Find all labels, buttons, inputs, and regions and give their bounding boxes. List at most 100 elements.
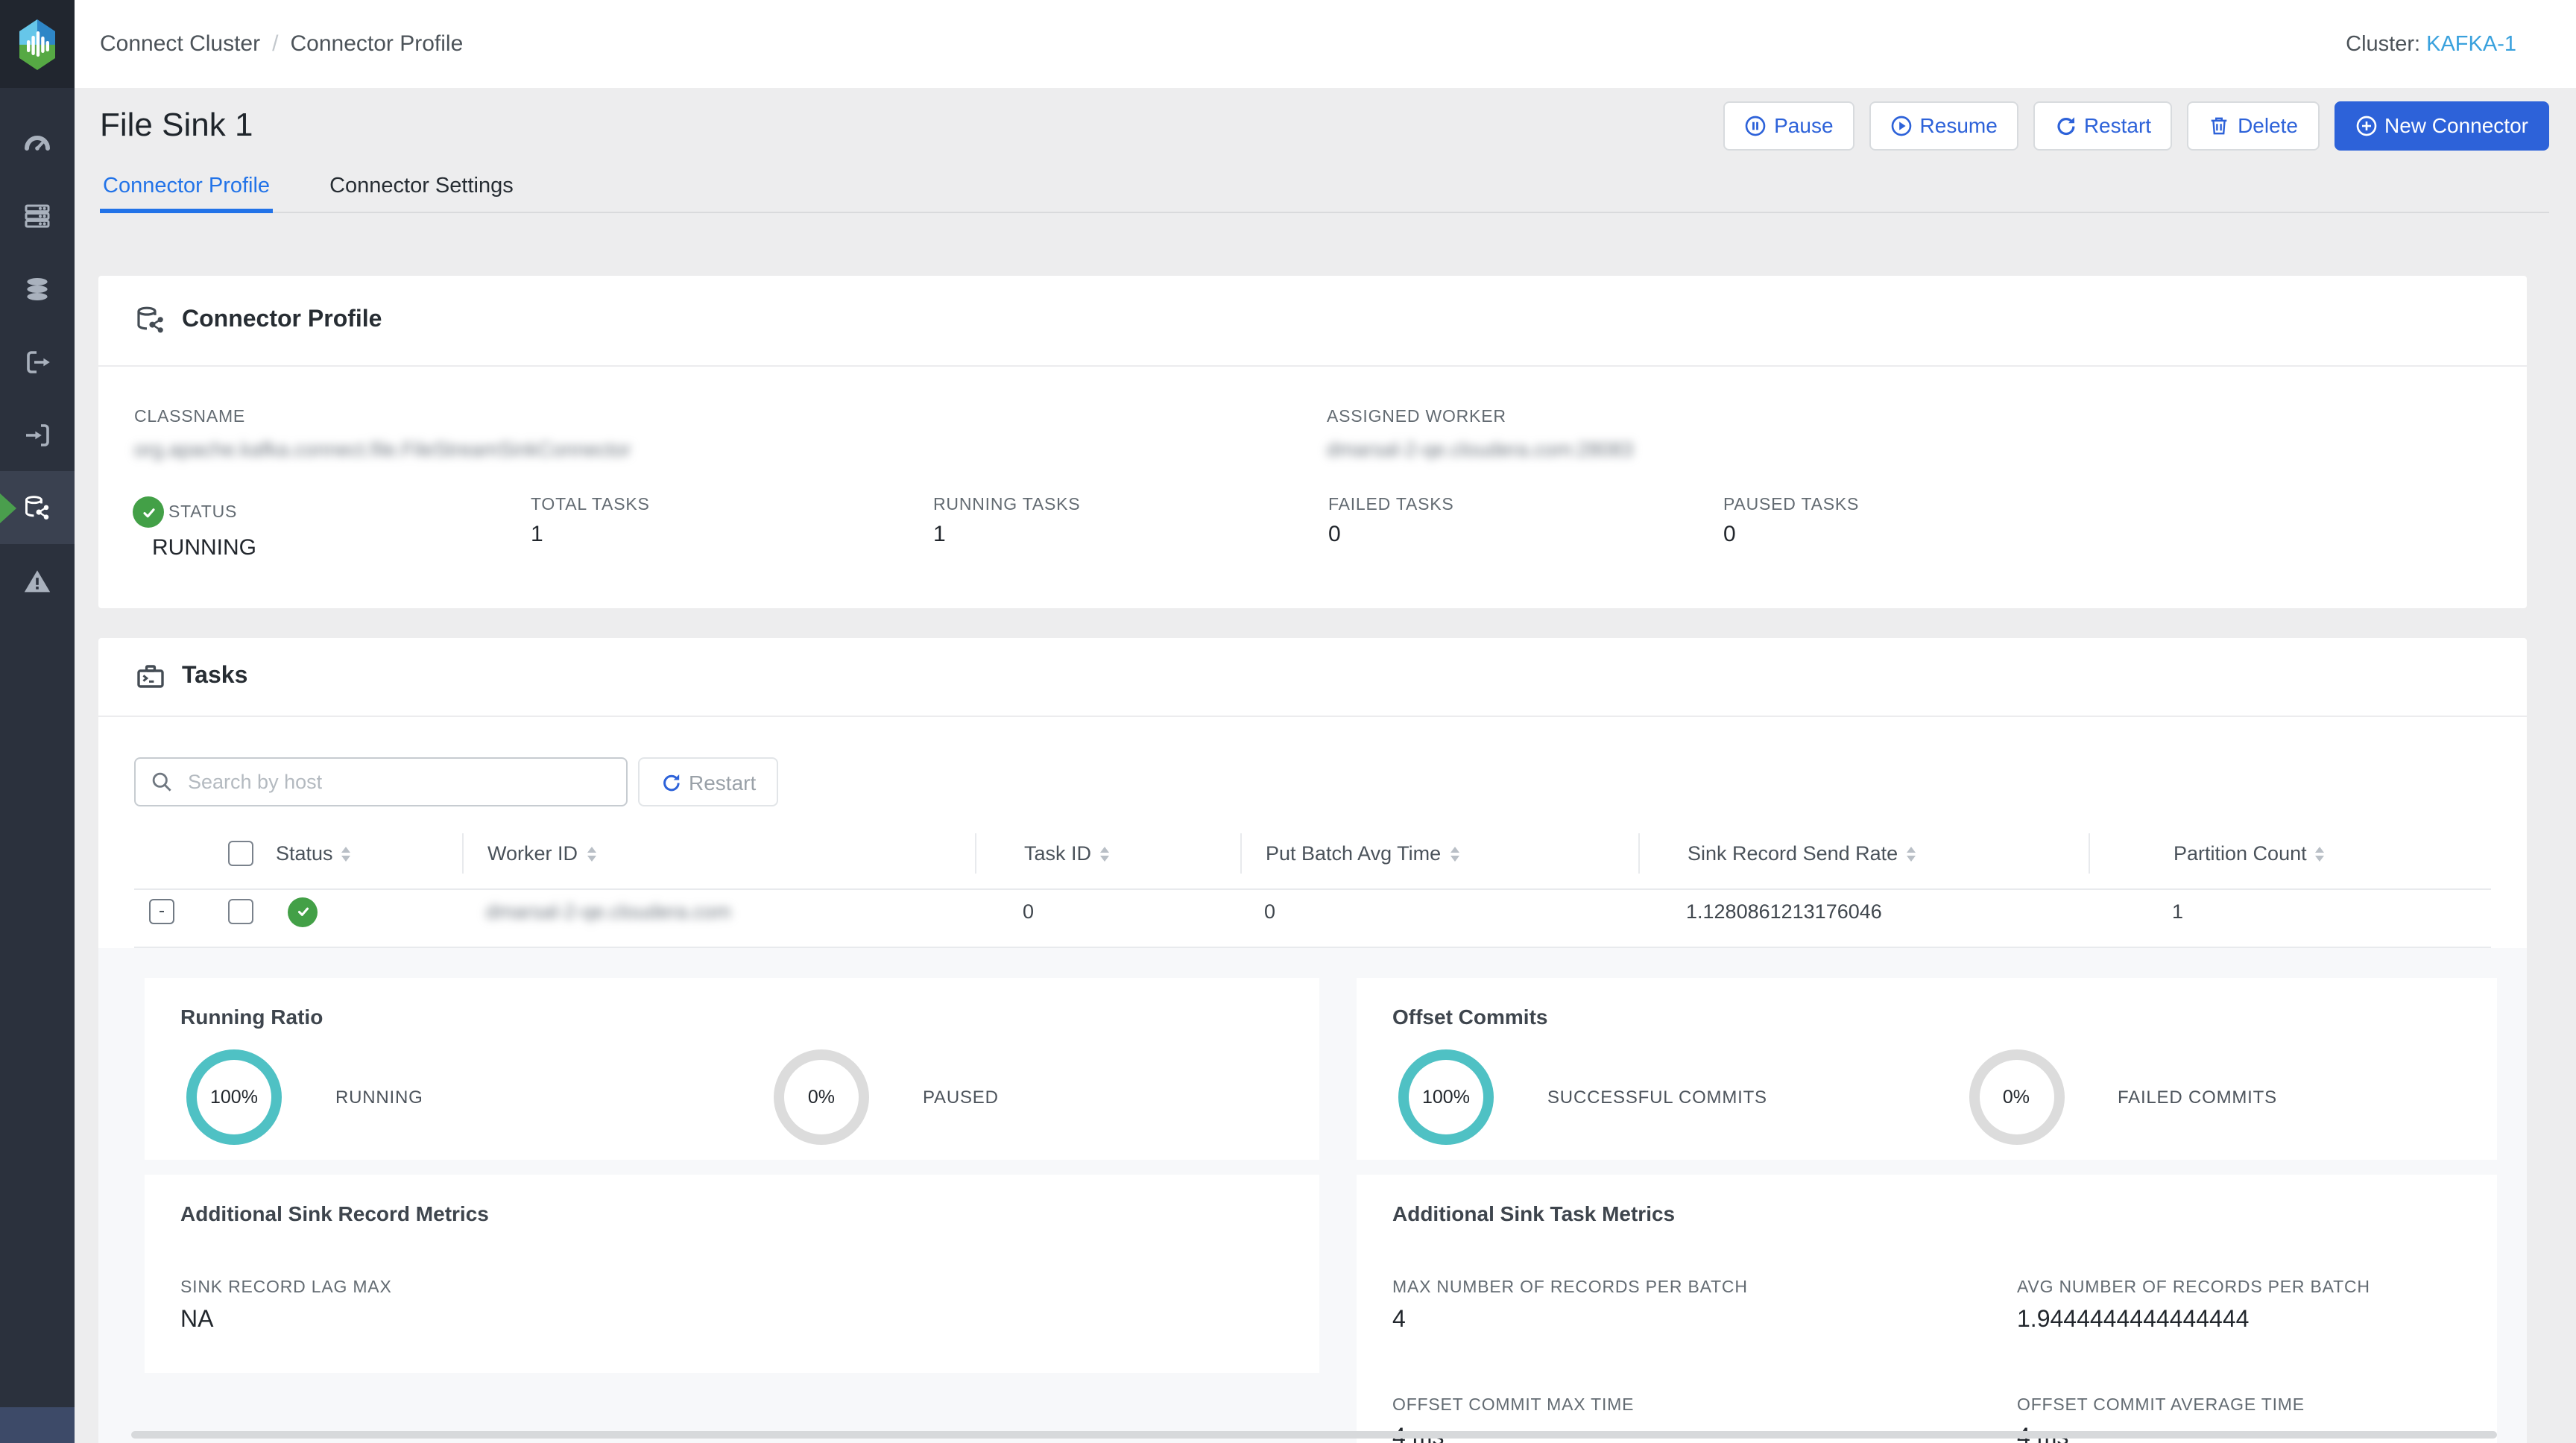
connector-profile-title: Connector Profile [182,307,382,334]
lag-max-value: NA [180,1307,1284,1334]
failed-commits-pct: 0% [2003,1087,2030,1108]
running-pct: 100% [210,1087,258,1108]
commit-max-time-label: OFFSET COMMIT MAX TIME [1392,1397,2017,1415]
dashboard-gauge-icon [22,127,52,157]
classname-label: CLASSNAME [134,408,1327,426]
row-checkbox[interactable] [228,899,253,924]
sidebar-item-consumers[interactable] [0,398,75,471]
task-restart-label: Restart [689,770,756,794]
breadcrumb-current: Connector Profile [290,31,463,57]
stat-status: STATUS RUNNING [134,496,531,561]
sidebar-nav [0,88,75,617]
sidebar-item-brokers[interactable] [0,179,75,252]
restart-button[interactable]: Restart [2033,101,2172,150]
connector-profile-card: Connector Profile CLASSNAME org.apache.k… [98,276,2527,608]
col-partition-count[interactable]: Partition Count [2089,833,2491,874]
connector-stats: STATUS RUNNING TOTAL TASKS 1 RUNNING TAS… [134,496,2491,561]
page-content: Connector Profile CLASSNAME org.apache.k… [75,213,2576,1443]
pause-button[interactable]: Pause [1723,101,1854,150]
sidebar [0,0,75,1443]
producer-out-icon [22,347,52,376]
plus-circle-icon [2355,114,2377,136]
paused-donut: 0% [774,1049,869,1145]
table-header-row: Status Worker ID Task ID Put Batch [134,833,2491,890]
sink-record-send-rate-value: 1.1280861213176046 [1638,900,2089,923]
tab-connector-profile[interactable]: Connector Profile [100,165,273,212]
col-send-rate[interactable]: Sink Record Send Rate [1638,833,2089,874]
offset-commits-title: Offset Commits [1357,978,2497,1029]
new-connector-label: New Connector [2384,113,2528,137]
restart-label: Restart [2084,113,2151,137]
avg-records-value: 1.9444444444444444 [2017,1307,2461,1334]
task-detail-panel: Running Ratio 100% RUNNING [98,948,2527,1443]
lag-max-label: SINK RECORD LAG MAX [180,1279,1284,1297]
task-detail-right: Offset Commits 100% SUCCESSFUL COMMITS [1357,978,2497,1443]
sidebar-item-connect[interactable] [0,471,75,544]
sort-icon [1100,846,1109,861]
sidebar-item-overview[interactable] [0,106,75,179]
failed-commits-label: FAILED COMMITS [2118,1087,2277,1108]
cluster-label: Cluster: [2346,32,2420,56]
main-area: Connect Cluster / Connector Profile Clus… [75,0,2576,1443]
task-row: dmarsal-2-qe.cloudera.com 0 0 1.12808612… [134,890,2491,948]
sidebar-item-producers[interactable] [0,325,75,398]
avg-records-label: AVG NUMBER OF RECORDS PER BATCH [2017,1279,2461,1297]
col-task-id[interactable]: Task ID [975,833,1240,874]
sidebar-item-partial[interactable] [0,1407,75,1443]
task-restart-icon [660,771,681,792]
stat-total-tasks: TOTAL TASKS 1 [531,496,933,561]
max-records-value: 4 [1392,1307,2017,1334]
sink-record-metrics-title: Additional Sink Record Metrics [145,1175,1319,1225]
partition-count-value: 1 [2089,900,2491,923]
tasks-title: Tasks [182,663,247,690]
delete-label: Delete [2238,113,2298,137]
paused-tasks-label: PAUSED TASKS [1723,496,2491,514]
select-all-checkbox[interactable] [228,841,253,866]
active-indicator-arrow [0,493,16,522]
cluster-name-link[interactable]: KAFKA-1 [2426,32,2516,56]
commit-avg-time-label: OFFSET COMMIT AVERAGE TIME [2017,1397,2461,1415]
tasks-icon [134,660,167,693]
pause-circle-icon [1744,114,1767,136]
collapse-row-button[interactable] [149,899,174,924]
smm-logo[interactable] [0,0,75,88]
horizontal-scrollbar[interactable] [131,1431,2497,1439]
paused-tasks-value: 0 [1723,522,2491,547]
stat-running-tasks: RUNNING TASKS 1 [933,496,1328,561]
col-put-batch[interactable]: Put Batch Avg Time [1240,833,1638,874]
col-collapse [134,833,212,874]
breadcrumb: Connect Cluster / Connector Profile [100,31,463,57]
col-task-label: Task ID [1024,842,1091,865]
task-restart-button[interactable]: Restart [638,757,778,806]
running-tasks-value: 1 [933,522,1328,547]
col-status[interactable]: Status [270,833,462,874]
delete-button[interactable]: Delete [2187,101,2319,150]
sidebar-item-topics[interactable] [0,252,75,325]
connector-actions: Pause Resume Restart [1723,101,2549,150]
play-circle-icon [1890,114,1913,136]
paused-donut-group: 0% PAUSED [732,1049,1319,1145]
alert-triangle-icon [22,566,52,596]
status-value: RUNNING [134,535,531,561]
running-ratio-block: Running Ratio 100% RUNNING [145,978,1319,1160]
tab-connector-settings[interactable]: Connector Settings [326,165,517,212]
sidebar-item-alerts[interactable] [0,544,75,617]
new-connector-button[interactable]: New Connector [2334,101,2549,150]
sort-icon [2316,846,2325,861]
offset-commits-block: Offset Commits 100% SUCCESSFUL COMMITS [1357,978,2497,1160]
running-tasks-label: RUNNING TASKS [933,496,1328,514]
col-worker-id[interactable]: Worker ID [462,833,975,874]
sink-task-metrics-title: Additional Sink Task Metrics [1357,1175,2497,1225]
breadcrumb-connect-cluster[interactable]: Connect Cluster [100,31,260,57]
search-input[interactable] [185,769,611,795]
paused-donut-label: PAUSED [923,1087,999,1108]
page-head: File Sink 1 Pause [75,88,2576,213]
tab-bar: Connector Profile Connector Settings [100,165,2549,213]
task-detail-left: Running Ratio 100% RUNNING [145,978,1319,1373]
metric-max-records-per-batch: MAX NUMBER OF RECORDS PER BATCH 4 [1392,1279,2017,1334]
classname-field: CLASSNAME org.apache.kafka.connect.file.… [134,408,1327,461]
cluster-selector: Cluster: KAFKA-1 [2346,32,2516,56]
task-worker-id-redacted: dmarsal-2-qe.cloudera.com [462,900,975,923]
resume-button[interactable]: Resume [1869,101,2018,150]
col-status-label: Status [276,842,333,865]
